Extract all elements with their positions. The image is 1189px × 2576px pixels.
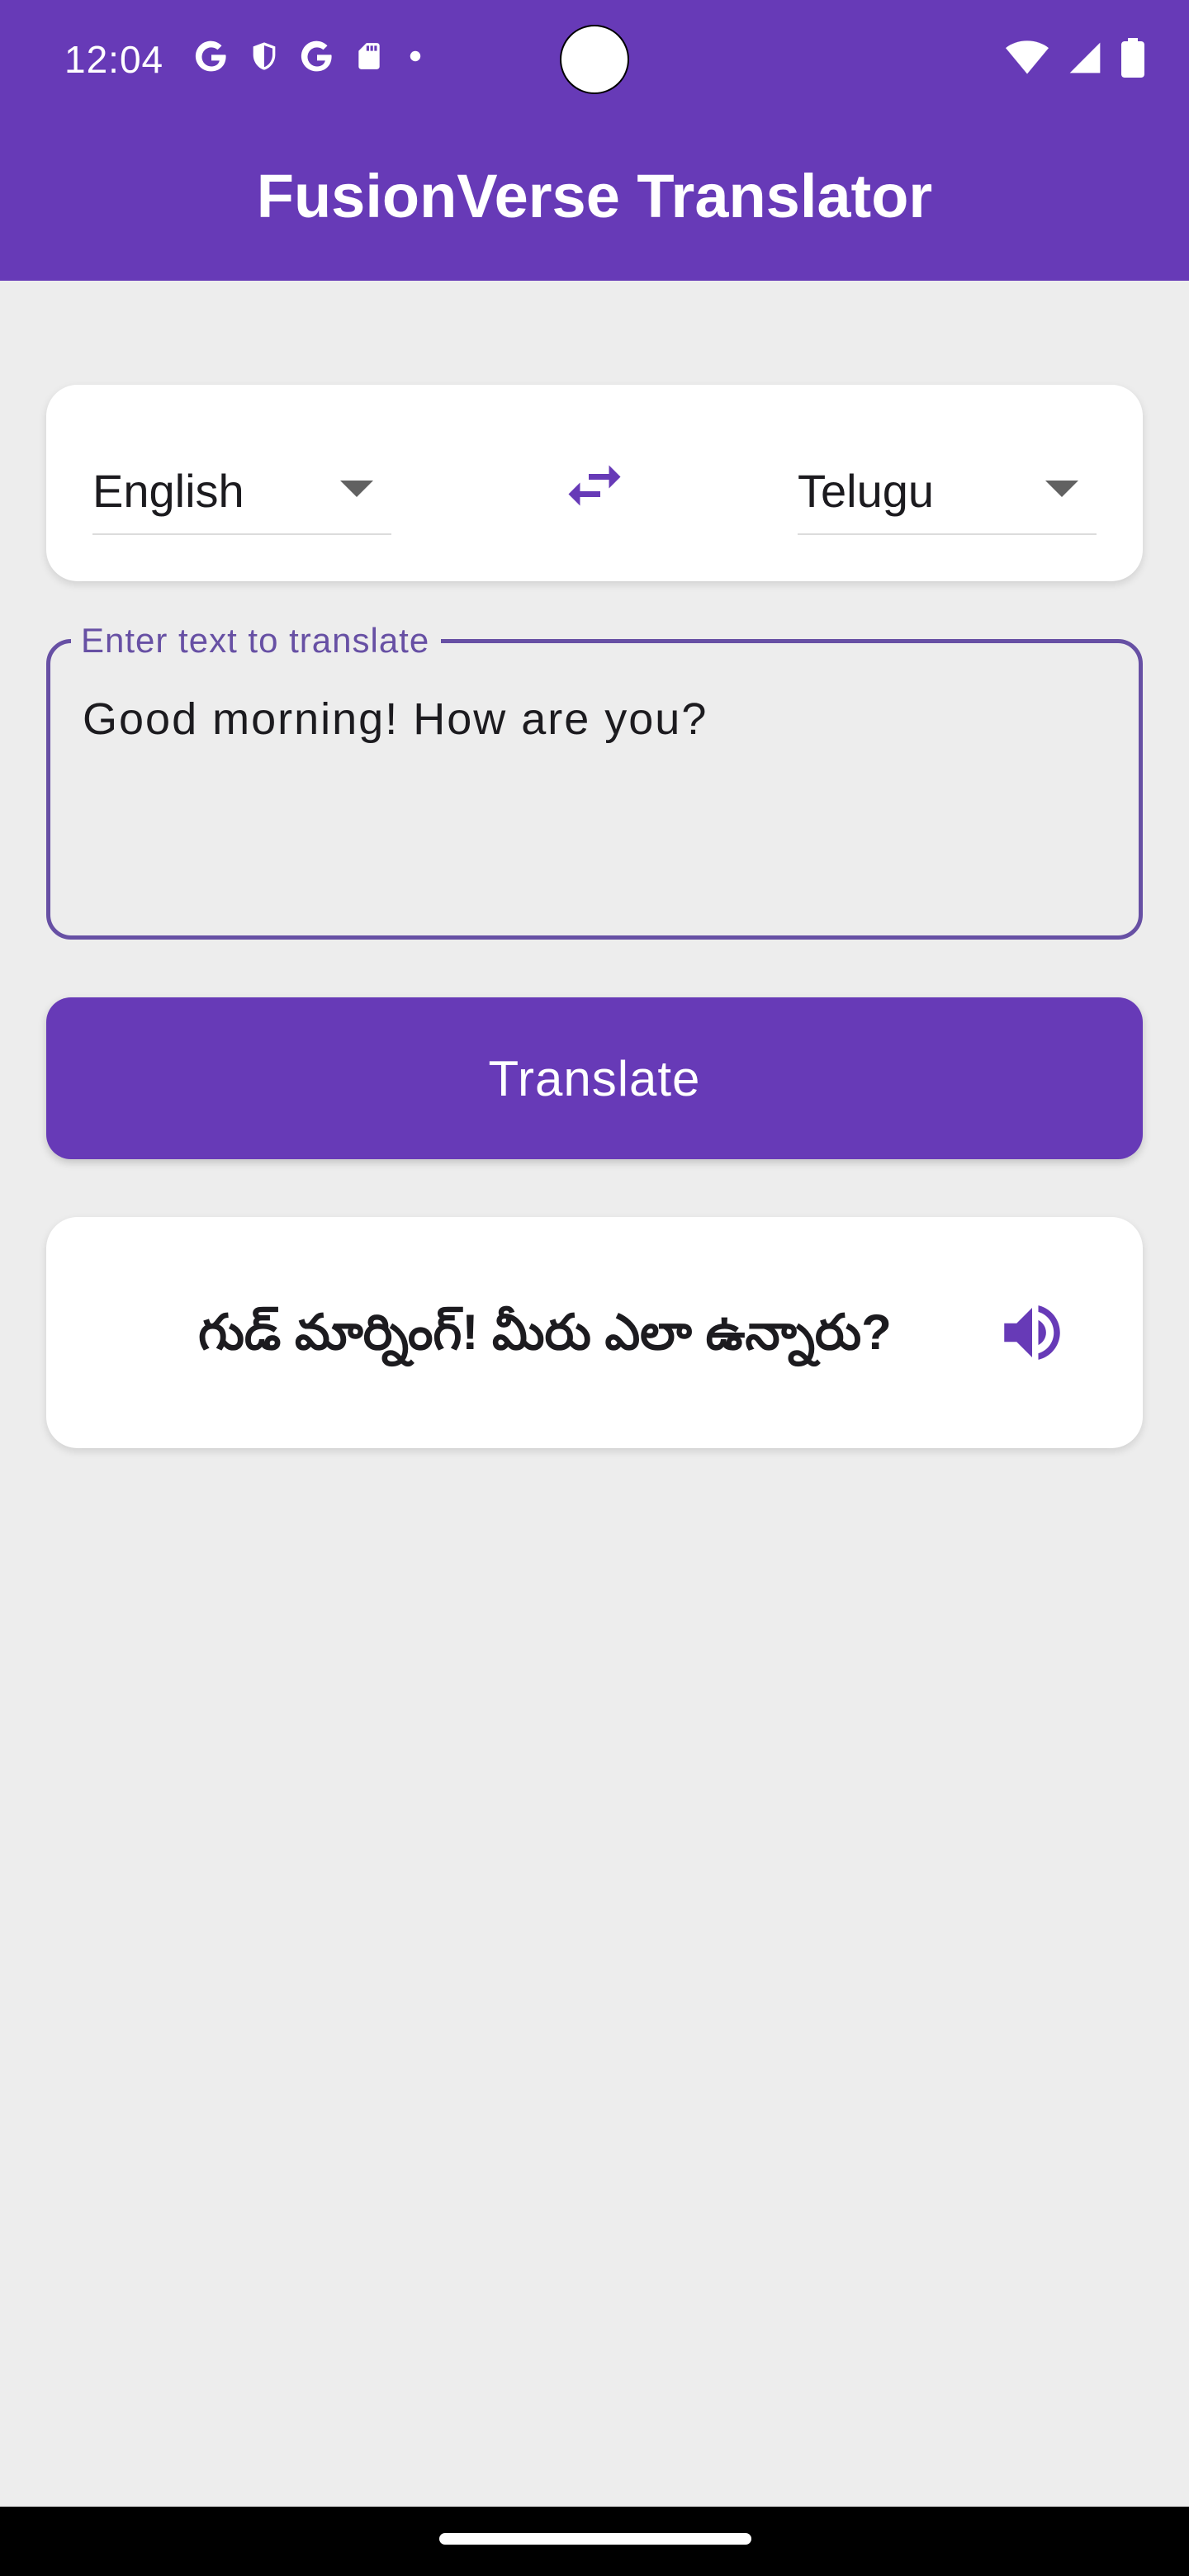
speak-button[interactable] <box>989 1290 1075 1376</box>
translated-text: గుడ్ మార్నింగ్! మీరు ఎలా ఉన్నారు? <box>198 1305 892 1360</box>
language-selector-card: English Telugu <box>46 385 1143 581</box>
home-gesture-handle[interactable] <box>439 2533 751 2545</box>
text-input-field[interactable] <box>46 639 1143 940</box>
camera-cutout <box>560 25 629 94</box>
battery-icon <box>1121 38 1144 78</box>
status-bar: 12:04 <box>0 0 1189 119</box>
app-title: FusionVerse Translator <box>256 162 933 230</box>
text-input-label: Enter text to translate <box>71 619 442 662</box>
translate-button[interactable]: Translate <box>46 997 1143 1159</box>
swap-languages-button[interactable] <box>550 441 639 530</box>
app-bar: 12:04 FusionVerse Translator <box>0 0 1189 281</box>
signal-icon <box>1069 42 1101 73</box>
volume-up-icon <box>1004 1305 1060 1360</box>
text-input-value[interactable]: Good morning! How are you? <box>83 692 708 746</box>
source-language-label: English <box>92 465 244 517</box>
system-icons <box>1006 38 1144 78</box>
target-language-dropdown[interactable]: Telugu <box>798 451 1097 535</box>
dot-icon <box>410 50 421 62</box>
swap-horizontal-icon <box>568 465 621 506</box>
source-language-dropdown[interactable]: English <box>92 451 391 535</box>
navigation-bar <box>0 2507 1189 2576</box>
google-icon <box>195 40 226 72</box>
status-time: 12:04 <box>64 38 164 81</box>
dropdown-arrow-icon <box>340 481 373 497</box>
shield-icon <box>253 42 276 70</box>
google-icon <box>301 40 332 72</box>
dropdown-arrow-icon <box>1045 481 1078 497</box>
wifi-icon <box>1006 40 1049 74</box>
sd-card-icon <box>358 43 380 69</box>
notification-icons <box>193 38 428 74</box>
target-language-label: Telugu <box>798 465 935 517</box>
translation-result-card: గుడ్ మార్నింగ్! మీరు ఎలా ఉన్నారు? <box>46 1217 1143 1448</box>
